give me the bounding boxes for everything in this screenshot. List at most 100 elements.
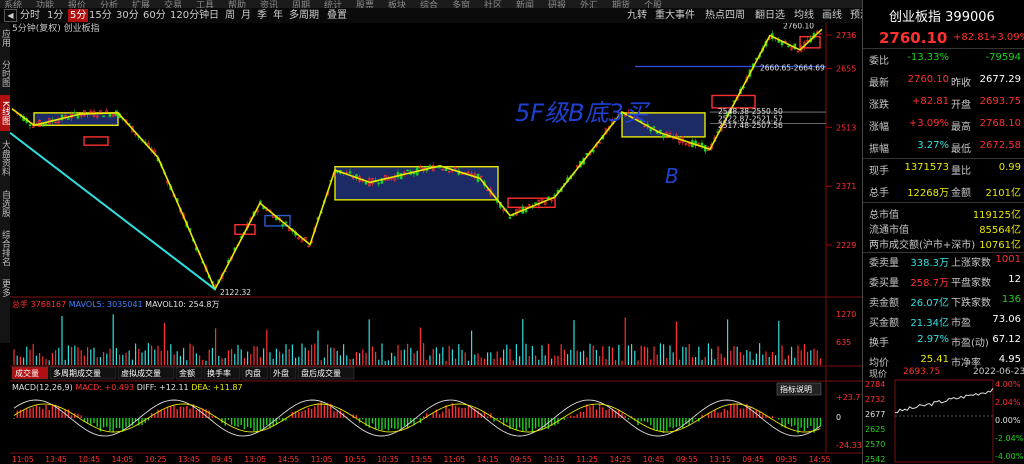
sidebar-综合排名[interactable]: 综合排名 [0,225,10,271]
quote-row-value2: 2768.10 [979,118,1021,129]
index-name: 创业板指 [889,10,942,25]
top-menu-item[interactable]: 资讯 [260,0,278,8]
top-menu-item[interactable]: 综合 [420,0,438,8]
top-menu-item[interactable]: 功能 [36,0,54,8]
period-60分[interactable]: 60分 [143,9,166,22]
sidebar-分时图[interactable]: 分时图 [0,55,10,91]
quote-row-value2: 1001 [995,254,1021,265]
candle [102,115,105,118]
time-axis-label: 13:15 [709,455,731,464]
mini-price-value: 2693.75 [903,367,941,377]
quote-row-label: 卖金额 [869,298,899,309]
period-1分[interactable]: 1分 [47,9,63,22]
mini-axis-right: 4.00% [995,380,1021,389]
candle [787,45,790,48]
candle [428,165,432,167]
volume-tab-label: 虚拟成交量 [121,368,161,378]
time-axis-label: 11:05 [311,455,333,464]
top-menu-item[interactable]: 统计 [324,0,342,8]
time-axis-label: 14:55 [809,455,831,464]
candle [406,169,409,172]
tool-均线[interactable]: 均线 [794,9,814,22]
time-axis-label: 14:25 [610,455,632,464]
tool-热点四周[interactable]: 热点四周 [705,9,745,22]
candle [28,124,32,126]
tool-画线[interactable]: 画线 [822,9,842,22]
period-15分[interactable]: 15分 [89,9,112,22]
top-menu-item[interactable]: 外汇 [580,0,598,8]
quote-row-value2: 2693.75 [979,96,1021,107]
period-30分[interactable]: 30分 [116,9,139,22]
sidebar-自选股[interactable]: 自选股 [0,185,10,221]
period-多周期[interactable]: 多周期 [289,9,319,22]
top-menu-item[interactable]: 社区 [484,0,502,8]
quote-row-value: 25.41 [920,354,949,365]
mini-axis-right: -2.04% [995,434,1024,443]
top-menu-item[interactable]: 板块 [388,0,406,8]
quote-row-label2: 金额 [951,188,971,199]
time-axis-label: 11:25 [576,455,598,464]
period-120分钟[interactable]: 120分钟 [170,9,209,22]
top-menu-item[interactable]: 个股 [644,0,662,8]
quote-row-value: +82.81 [911,96,949,107]
top-menu-item[interactable]: 新闻 [516,0,534,8]
sidebar-更多[interactable]: 更多 [0,275,10,301]
period-季[interactable]: 季 [257,9,267,22]
quote-row-value: 12268万 [907,188,949,199]
top-menu-item[interactable]: 帮助 [228,0,246,8]
quote-divider [863,252,1024,253]
tool-九转[interactable]: 九转 [627,9,647,22]
time-axis-label: 10:35 [377,455,399,464]
sidebar-应用[interactable]: 应用 [0,25,10,51]
macd-diff: DIFF: +12.11 [137,383,192,392]
price-axis-label: 2371 [836,182,856,191]
tool-重大事件[interactable]: 重大事件 [655,9,695,22]
period-日[interactable]: 日 [209,9,219,22]
period-周[interactable]: 周 [225,9,235,22]
quote-row-label: 现手 [869,166,889,177]
mini-axis-left: 2542 [865,455,885,464]
mini-axis-left: 2784 [865,380,885,389]
top-menu-item[interactable]: 期货 [612,0,630,8]
top-menu-item[interactable]: 分析 [100,0,118,8]
quote-divider [863,202,1024,203]
time-axis-label: 11:05 [444,455,466,464]
period-叠置[interactable]: 叠置 [327,9,347,22]
top-menu-item[interactable]: 周期 [292,0,310,8]
kline-chart[interactable]: 5分钟(复权) 创业板指 2736 2655 2513 2371 2229 2760.10 2… [10,23,862,464]
top-menu-item[interactable]: 报价 [68,0,86,8]
time-axis-label: 10:55 [344,455,366,464]
period-5分[interactable]: 5分 [68,9,89,22]
candle [508,216,512,219]
tool-翻日选[interactable]: 翻日选 [755,9,785,22]
price-change-pct: +3.09% [989,32,1024,43]
quote-row-value: 1371573 [904,162,949,173]
top-menu-item[interactable]: 扩展 [132,0,150,8]
quote-row-value: 2760.10 [907,74,949,85]
top-menu-item[interactable]: 系统 [4,0,22,8]
left-sidebar: 应用分时图 K线图大盘资料自选股综合排名更多 [0,23,10,343]
mini-axis-left: 2677 [865,410,885,419]
period-月[interactable]: 月 [241,9,251,22]
quote-row-label: 最新 [869,78,889,89]
period-年[interactable]: 年 [273,9,283,22]
period-分时[interactable]: 分时 [20,9,40,22]
quote-row-value: 338.3万 [910,258,949,269]
quote-row-label: 总手 [869,188,889,199]
quote-row-label2: 量比 [951,166,971,177]
quote-row-value: 21.34亿 [910,318,949,329]
macd-axis-label: 0 [836,413,841,422]
volume-tab-label: 外盘 [273,368,289,378]
quote-row-label: 流通市值 [869,225,909,236]
top-menu-item[interactable]: 工具 [196,0,214,8]
indicator-help-label: 指标说明 [780,384,812,394]
top-menu-item[interactable]: 股票 [356,0,374,8]
sidebar-大盘资料[interactable]: 大盘资料 [0,135,10,181]
top-menu-item[interactable]: 多窗 [452,0,470,8]
top-menu-item[interactable]: 研报 [548,0,566,8]
expand-icon[interactable]: ◀ [4,9,17,22]
quote-row-label: 买金额 [869,318,899,329]
top-menu-item[interactable]: 交易 [164,0,182,8]
sidebar-K线图[interactable]: K线图 [0,95,10,131]
price-axis-label: 2229 [836,241,856,250]
